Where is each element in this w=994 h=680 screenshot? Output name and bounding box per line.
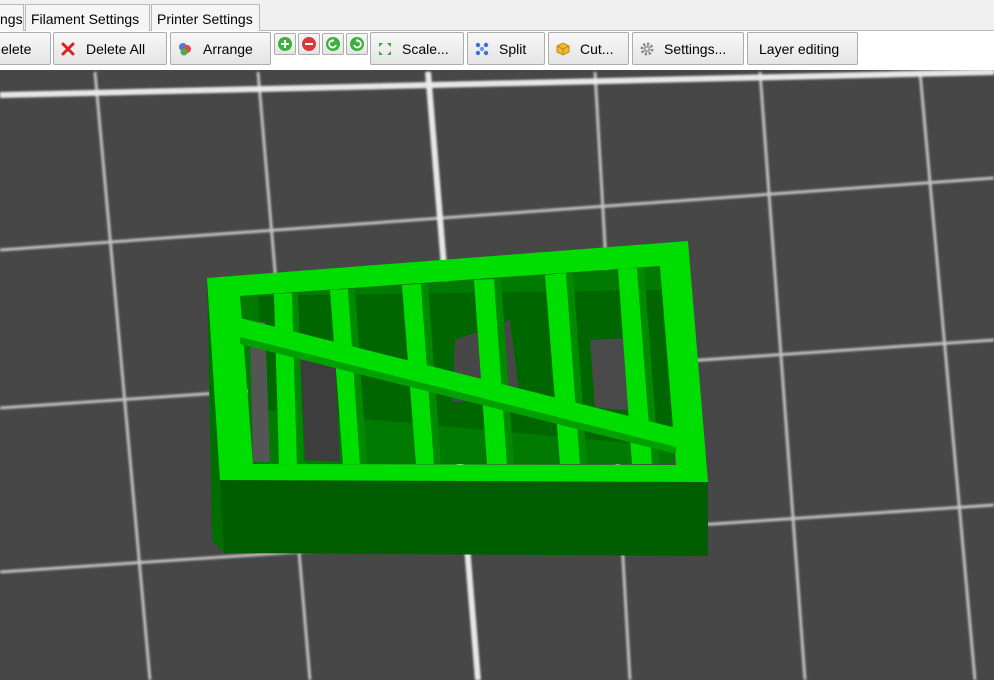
split-icon [475, 42, 489, 56]
settings-button[interactable]: Settings... [632, 32, 744, 65]
tab-print-settings-label: ngs [0, 11, 23, 27]
tab-printer-settings-label: Printer Settings [157, 11, 253, 27]
decrease-copies-button[interactable] [298, 33, 320, 55]
arrange-button[interactable]: Arrange [170, 32, 271, 65]
scale-icon [379, 43, 391, 55]
gear-icon [640, 42, 654, 56]
cut-button-label: Cut... [580, 41, 614, 57]
viewport-canvas [0, 70, 994, 680]
tab-bar: ngs Filament Settings Printer Settings [0, 0, 994, 31]
tab-print-settings[interactable]: ngs [0, 4, 24, 31]
delete-all-button-label: Delete All [86, 41, 146, 57]
cut-button[interactable]: Cut... [548, 32, 629, 65]
rotate-right-icon [350, 37, 364, 51]
split-button[interactable]: Split [467, 32, 545, 65]
tab-filament-settings-label: Filament Settings [31, 11, 140, 27]
scale-button[interactable]: Scale... [370, 32, 464, 65]
rotate-left-icon [326, 37, 340, 51]
delete-button[interactable]: elete [0, 32, 51, 65]
layer-editing-button[interactable]: Layer editing [747, 32, 858, 65]
layer-editing-button-label: Layer editing [759, 41, 840, 57]
rotate-left-button[interactable] [322, 33, 344, 55]
scale-button-label: Scale... [402, 41, 449, 57]
delete-button-label: elete [1, 41, 32, 57]
toolbar: elete Delete All Arrange Scale... Split … [0, 31, 994, 70]
3d-viewport[interactable] [0, 70, 994, 680]
settings-button-label: Settings... [664, 41, 727, 57]
plus-icon [278, 37, 292, 51]
rotate-right-button[interactable] [346, 33, 368, 55]
cut-icon [556, 42, 570, 56]
tab-printer-settings[interactable]: Printer Settings [151, 4, 260, 31]
increase-copies-button[interactable] [274, 33, 296, 55]
arrange-button-label: Arrange [203, 41, 253, 57]
delete-all-button[interactable]: Delete All [53, 32, 167, 65]
printed-model[interactable] [207, 241, 708, 556]
split-button-label: Split [499, 41, 527, 57]
minus-icon [302, 37, 316, 51]
arrange-icon [179, 43, 191, 56]
tab-filament-settings[interactable]: Filament Settings [25, 4, 150, 31]
red-x-icon [61, 42, 75, 56]
